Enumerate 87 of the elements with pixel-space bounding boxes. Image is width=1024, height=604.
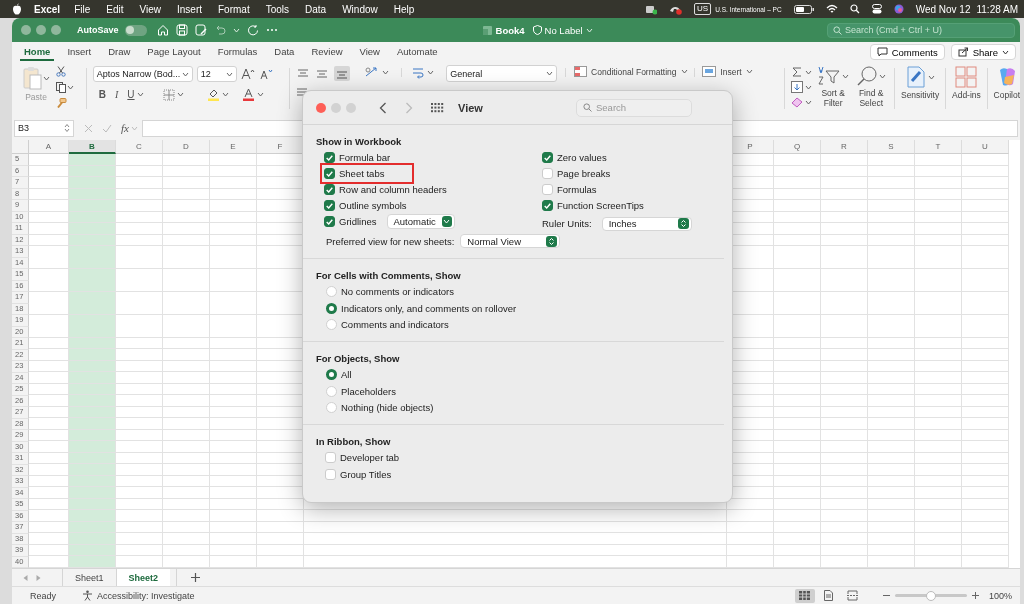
conditional-formatting-button[interactable]: Conditional Formatting bbox=[591, 66, 677, 77]
menu-item[interactable]: Format bbox=[218, 3, 250, 15]
ribbon-tab[interactable]: Automate bbox=[392, 43, 442, 61]
column-header[interactable]: F bbox=[257, 140, 304, 154]
column-header[interactable]: E bbox=[210, 140, 257, 154]
option-label[interactable]: Function ScreenTips bbox=[557, 200, 644, 211]
ribbon-tab[interactable]: Data bbox=[270, 43, 299, 61]
share-button[interactable]: Share bbox=[950, 44, 1016, 60]
column-header[interactable]: R bbox=[821, 140, 868, 154]
search-field[interactable]: Search (Cmd + Ctrl + U) bbox=[827, 22, 1015, 38]
ribbon-tab[interactable]: Formulas bbox=[213, 43, 262, 61]
insert-cells-button[interactable]: Insert bbox=[720, 66, 742, 77]
status-text: Ready bbox=[30, 590, 56, 601]
dialog-title: View bbox=[458, 101, 483, 114]
color-dropdown[interactable]: Automatic bbox=[386, 214, 455, 229]
insert-function-button[interactable]: fx bbox=[121, 122, 129, 134]
menu-item[interactable]: Help bbox=[393, 3, 415, 15]
menu-bar-time[interactable]: 11:28 AM bbox=[976, 3, 1018, 15]
option-label[interactable]: Outline symbols bbox=[339, 200, 407, 211]
column-header[interactable]: B bbox=[69, 140, 116, 154]
ribbon-tab[interactable]: Draw bbox=[104, 43, 135, 61]
ribbon-tab[interactable]: Review bbox=[307, 43, 347, 61]
column-header[interactable]: A bbox=[29, 140, 69, 154]
sensitivity-button[interactable]: Sensitivity bbox=[900, 90, 940, 100]
option-label[interactable]: Gridlines bbox=[339, 216, 377, 227]
ruler-units-select[interactable]: Inches bbox=[601, 216, 692, 231]
option-label[interactable]: Formulas bbox=[557, 184, 597, 195]
column-header[interactable]: D bbox=[163, 140, 210, 154]
font-name-field[interactable]: Aptos Narrow (Bod... bbox=[92, 66, 193, 82]
option-label[interactable]: Sheet tabs bbox=[339, 168, 385, 179]
accessibility-status[interactable]: Accessibility: Investigate bbox=[97, 590, 195, 601]
menu-item[interactable]: Data bbox=[305, 3, 327, 15]
option-label[interactable]: All bbox=[341, 369, 352, 380]
column-header[interactable]: U bbox=[962, 140, 1009, 154]
option-label: Ruler Units: bbox=[542, 218, 592, 229]
copilot-button[interactable]: Copilot bbox=[993, 90, 1020, 100]
zoom-level[interactable]: 100% bbox=[988, 590, 1012, 601]
paste-label: Paste bbox=[25, 92, 47, 102]
option-label[interactable]: Formula bar bbox=[339, 152, 391, 163]
option-label: Preferred view for new sheets: bbox=[326, 235, 455, 247]
ribbon-tab[interactable]: Page Layout bbox=[143, 43, 205, 61]
option-label[interactable]: Zero values bbox=[557, 152, 607, 163]
option-label[interactable]: Page breaks bbox=[557, 168, 611, 179]
bold-button[interactable]: B bbox=[98, 89, 106, 100]
section-title: For Cells with Comments, Show bbox=[316, 270, 462, 281]
option-label[interactable]: Nothing (hide objects) bbox=[341, 402, 434, 413]
menu-item[interactable]: Edit bbox=[106, 3, 124, 15]
autosave-label: AutoSave bbox=[77, 25, 119, 35]
app-menu[interactable]: Excel bbox=[34, 3, 61, 15]
number-format-field[interactable]: General bbox=[446, 65, 558, 82]
menu-item[interactable]: Insert bbox=[177, 3, 202, 15]
option-label[interactable]: Indicators only, and comments on rollover bbox=[341, 302, 517, 314]
sheet-tab[interactable]: Sheet1 bbox=[62, 569, 116, 586]
menu-item[interactable]: Tools bbox=[265, 3, 290, 15]
option-label[interactable]: No comments or indicators bbox=[341, 286, 454, 297]
ribbon-tab[interactable]: Insert bbox=[63, 43, 96, 61]
column-header[interactable]: S bbox=[868, 140, 915, 154]
font-size-field[interactable]: 12 bbox=[196, 66, 237, 82]
option-label[interactable]: Group Titles bbox=[340, 469, 392, 480]
find-select-button[interactable]: Find & Select bbox=[854, 88, 889, 108]
italic-button[interactable]: I bbox=[115, 89, 119, 100]
ribbon-tab[interactable]: View bbox=[355, 43, 384, 61]
sheet-tab[interactable]: Sheet2 bbox=[115, 569, 171, 586]
menu-item[interactable]: Window bbox=[342, 3, 378, 15]
sensitivity-label[interactable]: No Label bbox=[544, 24, 583, 36]
preferred-view-select[interactable]: Normal View bbox=[460, 234, 561, 248]
sort-filter-button[interactable]: Sort & Filter bbox=[816, 88, 851, 108]
document-title[interactable]: Book4 bbox=[495, 24, 525, 36]
keyboard-badge[interactable]: US bbox=[694, 3, 712, 15]
ribbon-tab[interactable]: Home bbox=[20, 43, 55, 61]
column-header[interactable]: C bbox=[116, 140, 163, 154]
add-ins-button[interactable]: Add-ins bbox=[952, 90, 981, 100]
menu-bar-date[interactable]: Wed Nov 12 bbox=[915, 3, 971, 15]
underline-button[interactable]: U bbox=[127, 89, 135, 100]
section-title: Show in Workbook bbox=[316, 136, 403, 147]
menu-item[interactable]: View bbox=[139, 3, 161, 15]
name-box[interactable]: B3 bbox=[14, 119, 74, 137]
option-label[interactable]: Row and column headers bbox=[339, 184, 447, 195]
column-header[interactable]: Q bbox=[774, 140, 821, 154]
option-label[interactable]: Developer tab bbox=[340, 452, 400, 463]
menu-item[interactable]: File bbox=[74, 3, 91, 15]
option-label[interactable]: Comments and indicators bbox=[341, 319, 449, 330]
option-label[interactable]: Placeholders bbox=[341, 385, 396, 397]
comments-button[interactable]: Comments bbox=[869, 44, 945, 60]
section-title: In Ribbon, Show bbox=[316, 436, 392, 447]
column-header[interactable]: T bbox=[915, 140, 962, 154]
section-title: For Objects, Show bbox=[316, 353, 401, 364]
